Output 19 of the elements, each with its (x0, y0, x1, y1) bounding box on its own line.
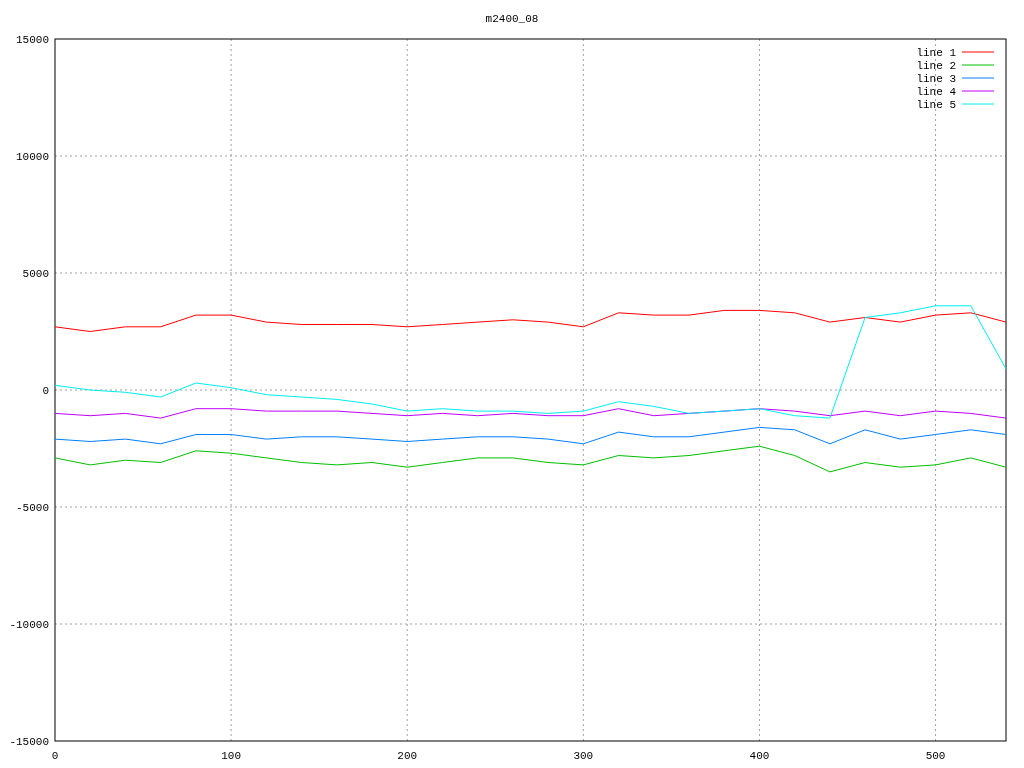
legend-label: line 3 (916, 73, 956, 85)
legend-label: line 5 (916, 99, 956, 111)
y-tick-label: -15000 (9, 736, 49, 748)
x-tick-label: 0 (51, 750, 59, 762)
y-tick-label: 10000 (16, 151, 49, 163)
x-tick-label: 400 (749, 750, 770, 762)
x-tick-label: 300 (573, 750, 594, 762)
y-tick-label: -10000 (9, 619, 49, 631)
y-tick-label: -5000 (16, 502, 49, 514)
chart-title: m2400_08 (485, 13, 539, 25)
y-tick-label: 0 (42, 385, 49, 397)
y-tick-label: 15000 (16, 34, 49, 46)
legend-label: line 4 (916, 86, 956, 98)
y-tick-label: 5000 (22, 268, 49, 280)
legend-label: line 2 (916, 60, 956, 72)
x-tick-label: 100 (221, 750, 241, 762)
legend-label: line 1 (916, 47, 956, 59)
x-tick-label: 500 (925, 750, 946, 762)
x-tick-label: 200 (397, 750, 418, 762)
